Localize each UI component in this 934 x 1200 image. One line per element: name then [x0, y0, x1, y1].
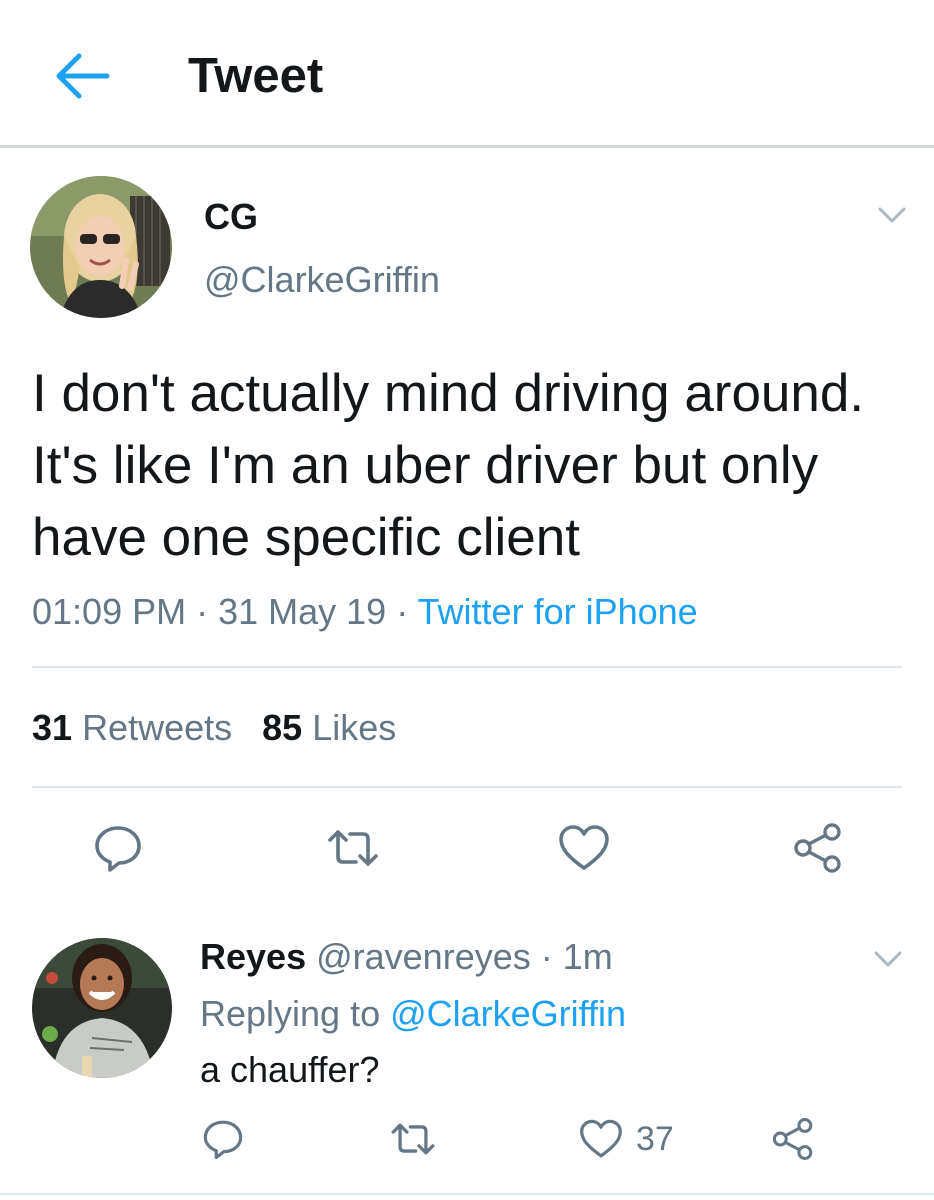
tweet-date: 31 May 19 — [218, 591, 387, 632]
reply-share-button[interactable] — [766, 1114, 820, 1164]
meta-separator: · — [186, 591, 219, 632]
reply-reply-button[interactable] — [196, 1114, 250, 1164]
reply-text: a chauffer? — [200, 1049, 380, 1090]
reply-button[interactable] — [86, 818, 150, 878]
replying-to-mention[interactable]: @ClarkeGriffin — [390, 993, 626, 1034]
reply-handle[interactable]: @ravenreyes — [316, 936, 531, 977]
arrow-left-icon — [56, 53, 110, 99]
like-icon — [580, 1119, 622, 1158]
avatar-photo — [32, 938, 172, 1078]
tweet-meta: 01:09 PM · 31 May 19 · Twitter for iPhon… — [32, 590, 698, 634]
retweets-label: Retweets — [82, 707, 233, 748]
reply-retweet-button[interactable] — [384, 1114, 442, 1164]
meta-separator: · — [386, 591, 418, 632]
avatar[interactable] — [32, 938, 172, 1078]
retweet-button[interactable] — [320, 818, 386, 878]
tweet-stats: 31 Retweets 85 Likes — [32, 706, 396, 750]
replying-prefix: Replying to — [200, 993, 391, 1034]
likes-label: Likes — [312, 707, 397, 748]
meta-separator: · — [530, 936, 563, 977]
reply-like-button[interactable]: 37 — [578, 1114, 688, 1164]
reply-icon — [95, 826, 141, 872]
header-divider — [0, 145, 934, 148]
retweet-icon — [328, 830, 378, 866]
reply-header: Reyes @ravenreyes · 1m — [200, 936, 613, 978]
avatar[interactable] — [30, 176, 172, 318]
page-title: Tweet — [188, 49, 324, 103]
back-button[interactable] — [48, 46, 114, 106]
chevron-down-icon — [874, 951, 902, 967]
share-button[interactable] — [786, 818, 850, 878]
reply-icon — [203, 1120, 243, 1160]
retweet-icon — [391, 1123, 435, 1155]
top-bar — [0, 0, 934, 146]
tweet-text: I don't actually mind driving around. It… — [32, 364, 865, 567]
like-icon — [559, 825, 609, 870]
reply-like-count: 37 — [636, 1120, 674, 1158]
tweet-source-link[interactable]: Twitter for iPhone — [418, 591, 698, 632]
avatar-photo — [30, 176, 172, 318]
tweet-time: 01:09 PM — [32, 591, 187, 632]
display-name[interactable]: CG — [204, 197, 258, 237]
like-button[interactable] — [552, 818, 616, 878]
likes-stat[interactable]: 85 Likes — [262, 707, 396, 748]
likes-count: 85 — [262, 707, 303, 748]
user-handle[interactable]: @ClarkeGriffin — [204, 260, 440, 300]
tweet-options-button[interactable] — [872, 200, 912, 230]
retweets-stat[interactable]: 31 Retweets — [32, 707, 232, 748]
replying-to: Replying to @ClarkeGriffin — [200, 993, 626, 1035]
divider — [32, 786, 902, 788]
divider — [32, 666, 902, 668]
retweets-count: 31 — [32, 707, 73, 748]
reply-time: 1m — [562, 936, 613, 977]
share-icon — [772, 1118, 813, 1160]
divider — [0, 1193, 934, 1195]
chevron-down-icon — [878, 207, 906, 223]
reply-display-name[interactable]: Reyes — [200, 936, 306, 977]
share-icon — [794, 823, 841, 873]
reply-options-button[interactable] — [868, 944, 908, 974]
